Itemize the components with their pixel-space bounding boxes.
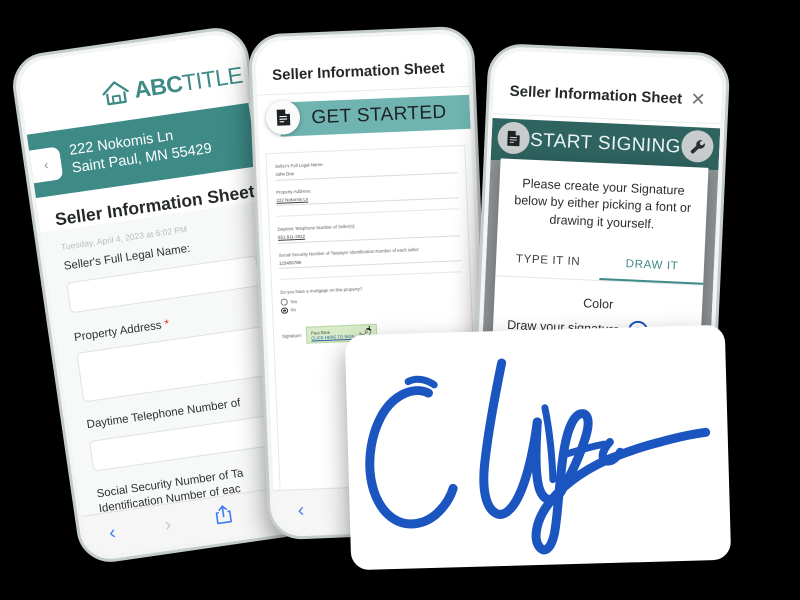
mini-field-ssn: Social Security Number of Taxpayer Ident… [279,245,462,269]
chevron-right-icon[interactable]: › [139,511,198,541]
phone3-header: Seller Information Sheet ✕ [492,50,724,125]
get-started-button[interactable]: GET STARTED [279,94,471,137]
logo-text-abc: ABC [132,69,185,103]
mini-radio-no-label: No [290,307,297,313]
click-here-to-sign-label: CLICK HERE TO SIGN [311,333,355,341]
tab-draw-it[interactable]: DRAW IT [599,245,705,285]
share-icon-glyph [215,505,232,525]
divider [277,208,459,217]
get-started-label: GET STARTED [310,101,448,129]
chevron-left-icon[interactable]: ‹ [274,499,328,523]
field-label-property-address-text: Property Address [73,319,163,344]
get-started-row: GET STARTED [257,93,471,146]
property-address: 222 Nokomis Ln Saint Paul, MN 55429 [68,123,213,178]
abctitle-logo: ABCTITLE [99,61,245,108]
signature-modal: Please create your Signature below by ei… [492,158,709,354]
divider [279,271,462,280]
radio-circle-icon [280,298,288,306]
mini-signature-label: Signature: [282,332,303,339]
logo-text-title: TITLE [180,61,245,96]
chevron-left-icon[interactable]: ‹ [83,519,142,549]
radio-circle-selected-icon [280,307,288,314]
screenshot-stage: ABCTITLE ‹ 222 Nokomis Ln Saint Paul, MN… [0,0,800,600]
back-button[interactable]: ‹ [28,145,64,183]
page-title: Seller Information Sheet [254,32,469,96]
close-x-icon[interactable]: ✕ [690,89,706,111]
start-signing-label: START SIGNING [529,129,682,158]
color-section-title: Color [582,296,614,312]
mini-field-property-address: Property Address: 222 Nokomis Ln [276,182,459,206]
page-title: Seller Information Sheet [509,82,683,108]
wrench-icon[interactable] [680,129,715,164]
document-icon-glyph [276,109,290,126]
drawn-signature [365,358,711,555]
tab-type-it-in[interactable]: TYPE IT IN [495,240,600,280]
signature-preview-card[interactable] [344,324,732,571]
logo-wordmark: ABCTITLE [132,61,244,103]
mini-field-telephone: Daytime Telephone Number of Seller(s): 6… [278,219,461,244]
required-asterisk: * [163,315,171,331]
mini-radio-yes-label: Yes [290,298,298,305]
mini-field-full-name: Seller's Full Legal Name: John Doe [275,156,458,181]
document-icon-glyph [507,130,520,146]
signature-modal-message: Please create your Signature below by ei… [513,176,692,232]
wrench-icon-glyph [690,139,705,154]
document-icon [496,121,531,155]
share-icon[interactable] [194,501,253,535]
house-icon [102,81,129,106]
